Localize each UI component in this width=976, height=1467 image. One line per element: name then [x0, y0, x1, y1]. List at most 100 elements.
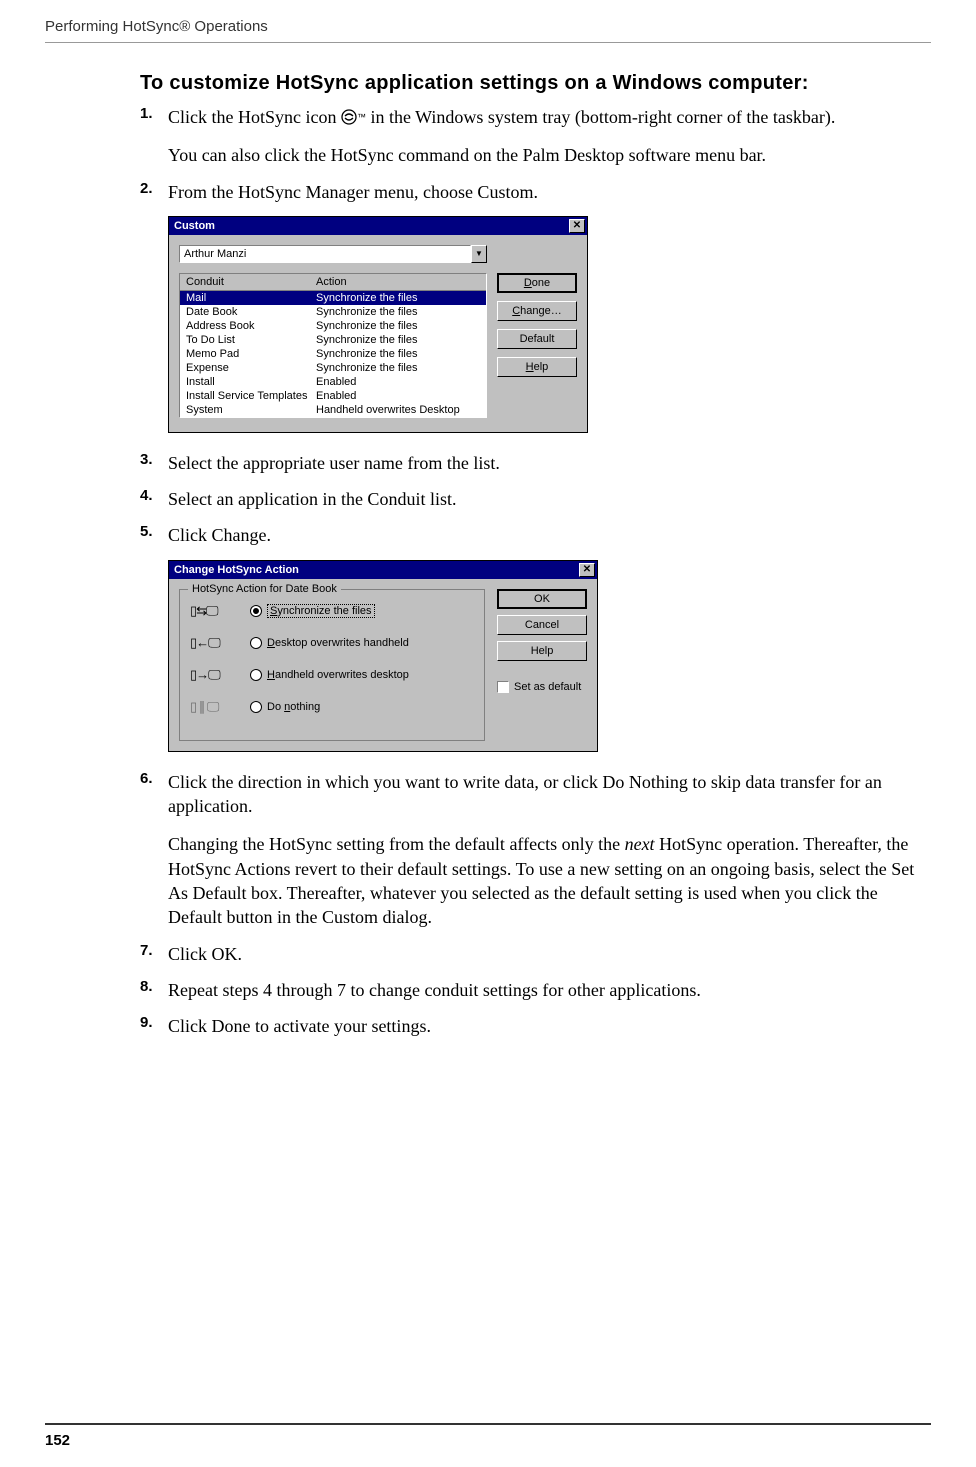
step-8: 8. Repeat steps 4 through 7 to change co…	[140, 978, 930, 1002]
list-header: Conduit Action	[180, 274, 486, 291]
step-body: Click the HotSync icon ™ in the Windows …	[168, 105, 930, 168]
step-body: Repeat steps 4 through 7 to change condu…	[168, 978, 930, 1002]
titlebar: Custom ✕	[169, 217, 587, 235]
close-icon[interactable]: ✕	[569, 219, 585, 233]
cell-conduit: Memo Pad	[180, 347, 310, 361]
step-body: Select the appropriate user name from th…	[168, 451, 930, 475]
cancel-button[interactable]: Cancel	[497, 615, 587, 635]
col-action: Action	[310, 274, 486, 290]
radio-icon[interactable]	[250, 669, 262, 681]
radio-option[interactable]: Desktop overwrites handheld	[250, 637, 474, 649]
step-2: 2. From the HotSync Manager menu, choose…	[140, 180, 930, 204]
cell-action: Enabled	[310, 375, 486, 389]
fieldset-legend: HotSync Action for Date Book	[188, 583, 341, 595]
chevron-down-icon[interactable]: ▼	[471, 245, 487, 263]
section-title: To customize HotSync application setting…	[140, 72, 930, 95]
cell-conduit: Address Book	[180, 319, 310, 333]
ok-button[interactable]: OK	[497, 589, 587, 609]
step3-text: Select the appropriate user name from th…	[168, 451, 930, 475]
sync-direction-icon: ▯⇆🖵	[190, 602, 232, 620]
step6-p2: Changing the HotSync setting from the de…	[168, 832, 930, 929]
radio-option[interactable]: Do nothing	[250, 701, 474, 713]
done-button[interactable]: Done	[497, 273, 577, 293]
header-rule	[45, 42, 931, 43]
footer-rule	[45, 1423, 931, 1425]
checkbox-icon[interactable]	[497, 681, 509, 693]
list-item[interactable]: InstallEnabled	[180, 375, 486, 389]
radio-label: Desktop overwrites handheld	[267, 637, 409, 649]
help-button[interactable]: Help	[497, 357, 577, 377]
list-item[interactable]: SystemHandheld overwrites Desktop	[180, 403, 486, 417]
step-num: 8.	[140, 978, 168, 1002]
cell-conduit: Install	[180, 375, 310, 389]
step2-text: From the HotSync Manager menu, choose Cu…	[168, 180, 930, 204]
list-item[interactable]: ExpenseSynchronize the files	[180, 361, 486, 375]
dialog-title: Change HotSync Action	[174, 564, 299, 576]
sync-direction-icon: ▯ ∥ 🖵	[190, 698, 232, 716]
cell-conduit: To Do List	[180, 333, 310, 347]
help-button[interactable]: Help	[497, 641, 587, 661]
radio-option[interactable]: Handheld overwrites desktop	[250, 669, 474, 681]
radio-row: ▯ ∥ 🖵 Do nothing	[190, 698, 474, 716]
set-default-checkbox[interactable]: Set as default	[497, 681, 587, 693]
step-body: Click Done to activate your settings.	[168, 1014, 930, 1038]
step-6: 6. Click the direction in which you want…	[140, 770, 930, 930]
hotsync-icon: ™	[341, 109, 366, 125]
radio-option[interactable]: Synchronize the files	[250, 604, 474, 618]
radio-icon[interactable]	[250, 701, 262, 713]
change-button[interactable]: Change…	[497, 301, 577, 321]
radio-icon[interactable]	[250, 605, 262, 617]
page-number: 152	[45, 1432, 70, 1449]
step4-text: Select an application in the Conduit lis…	[168, 487, 930, 511]
radio-label: Handheld overwrites desktop	[267, 669, 409, 681]
default-button[interactable]: Default	[497, 329, 577, 349]
titlebar: Change HotSync Action ✕	[169, 561, 597, 579]
list-item[interactable]: MailSynchronize the files	[180, 291, 486, 305]
radio-label: Do nothing	[267, 701, 320, 713]
list-item[interactable]: Address BookSynchronize the files	[180, 319, 486, 333]
page-header: Performing HotSync® Operations	[45, 18, 268, 35]
step-num: 5.	[140, 523, 168, 547]
conduit-listbox[interactable]: Conduit Action MailSynchronize the files…	[179, 273, 487, 418]
radio-row: ▯→🖵 Handheld overwrites desktop	[190, 666, 474, 684]
user-combobox[interactable]: Arthur Manzi ▼	[179, 245, 487, 263]
cell-action: Enabled	[310, 389, 486, 403]
cell-action: Synchronize the files	[310, 347, 486, 361]
step-body: Click OK.	[168, 942, 930, 966]
list-item[interactable]: To Do ListSynchronize the files	[180, 333, 486, 347]
step-num: 2.	[140, 180, 168, 204]
radio-icon[interactable]	[250, 637, 262, 649]
step-body: Click the direction in which you want to…	[168, 770, 930, 930]
step8-text: Repeat steps 4 through 7 to change condu…	[168, 978, 930, 1002]
step5-text: Click Change.	[168, 523, 930, 547]
radio-label: Synchronize the files	[267, 604, 375, 618]
user-field[interactable]: Arthur Manzi	[179, 245, 471, 263]
step-9: 9. Click Done to activate your settings.	[140, 1014, 930, 1038]
cell-conduit: Date Book	[180, 305, 310, 319]
sync-direction-icon: ▯←🖵	[190, 634, 232, 652]
step-num: 6.	[140, 770, 168, 930]
action-fieldset: HotSync Action for Date Book ▯⇆🖵Synchron…	[179, 589, 485, 741]
cell-action: Synchronize the files	[310, 305, 486, 319]
change-action-dialog: Change HotSync Action ✕ HotSync Action f…	[168, 560, 598, 752]
list-item[interactable]: Date BookSynchronize the files	[180, 305, 486, 319]
cell-action: Synchronize the files	[310, 361, 486, 375]
sync-direction-icon: ▯→🖵	[190, 666, 232, 684]
cell-action: Synchronize the files	[310, 333, 486, 347]
step1-text-a: Click the HotSync icon	[168, 107, 341, 127]
cell-conduit: System	[180, 403, 310, 417]
step-num: 7.	[140, 942, 168, 966]
list-item[interactable]: Memo PadSynchronize the files	[180, 347, 486, 361]
close-icon[interactable]: ✕	[579, 563, 595, 577]
content: To customize HotSync application setting…	[140, 72, 930, 1050]
step-body: Click Change.	[168, 523, 930, 547]
cell-conduit: Expense	[180, 361, 310, 375]
cell-action: Handheld overwrites Desktop	[310, 403, 486, 417]
radio-row: ▯⇆🖵 Synchronize the files	[190, 602, 474, 620]
step-num: 4.	[140, 487, 168, 511]
cell-conduit: Mail	[180, 291, 310, 305]
step-body: Select an application in the Conduit lis…	[168, 487, 930, 511]
step-5: 5. Click Change.	[140, 523, 930, 547]
list-item[interactable]: Install Service TemplatesEnabled	[180, 389, 486, 403]
radio-row: ▯←🖵 Desktop overwrites handheld	[190, 634, 474, 652]
